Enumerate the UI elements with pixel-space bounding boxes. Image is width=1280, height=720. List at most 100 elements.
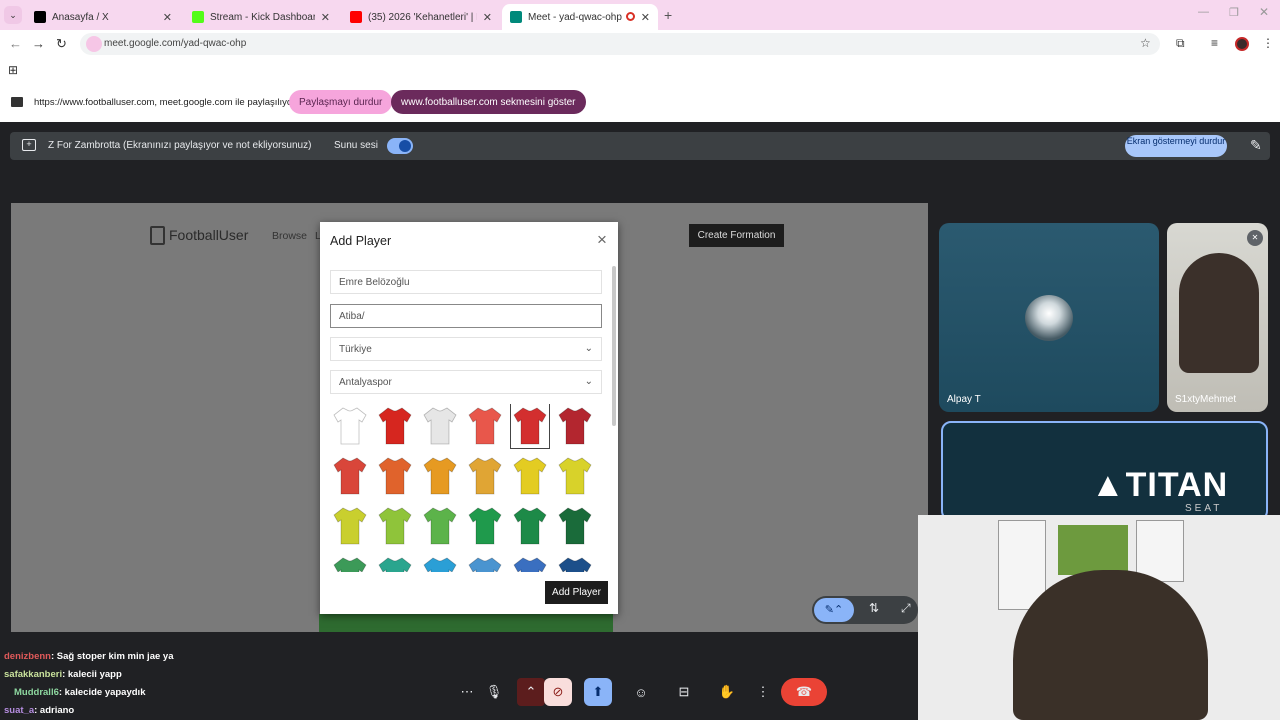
back-icon[interactable]: ← — [9, 36, 22, 51]
jersey-option[interactable] — [468, 506, 502, 546]
stop-presenting-button[interactable]: Ekran göstermeyi durdur — [1125, 135, 1227, 157]
jersey-option[interactable] — [423, 556, 457, 572]
close-icon[interactable]: ✕ — [163, 11, 172, 24]
bookmark-star-icon[interactable]: ☆ — [1140, 36, 1151, 50]
tab-x[interactable]: Anasayfa / X ✕ — [26, 4, 180, 30]
jersey-frame — [1058, 525, 1128, 575]
forward-icon[interactable]: → — [32, 36, 45, 51]
show-tab-button[interactable]: www.footballuser.com sekmesini göster — [391, 90, 586, 114]
chat-message: denizbenn: Sağ stoper kim min jae ya — [4, 651, 173, 662]
add-player-button[interactable]: Add Player — [545, 581, 608, 604]
more-options-icon[interactable]: ⋯ — [453, 678, 481, 706]
jersey-option[interactable] — [558, 506, 592, 546]
tab-meet[interactable]: Meet - yad-qwac-ohp ✕ — [502, 4, 658, 30]
swap-icon[interactable]: ⇅ — [869, 601, 879, 615]
present-icon: + — [22, 139, 36, 151]
jersey-option[interactable] — [333, 556, 367, 572]
tab-search-icon[interactable]: ⌄ — [4, 6, 22, 24]
jersey-option[interactable] — [333, 406, 367, 446]
jersey-option[interactable] — [510, 404, 550, 449]
nickname-input[interactable]: Atiba/ — [330, 304, 602, 328]
create-formation-button[interactable]: Create Formation — [689, 224, 784, 247]
tab-kick[interactable]: Stream - Kick Dashboard ✕ — [184, 4, 338, 30]
nav-browse[interactable]: Browse — [272, 230, 307, 242]
tab-title: (35) 2026 'Kehanetleri' | Erdem Ş — [368, 11, 477, 23]
extensions-icon[interactable]: ⧉ — [1176, 36, 1185, 51]
jersey-option[interactable] — [558, 406, 592, 446]
jersey-option[interactable] — [468, 556, 502, 572]
participant-tile-self[interactable]: ▲TITAN SEAT — [941, 421, 1268, 521]
presenting-text: Z For Zambrotta (Ekranınızı paylaşıyor v… — [48, 140, 312, 151]
restore-icon[interactable]: ❐ — [1229, 6, 1239, 19]
close-icon[interactable]: ✕ — [321, 11, 330, 24]
apps-grid-icon[interactable]: ⊞ — [8, 63, 18, 77]
chat-text: : kalecii yapp — [62, 669, 122, 680]
participant-name: Alpay T — [947, 394, 981, 405]
chevron-up-icon[interactable]: ⌃ — [517, 678, 545, 706]
presenting-bar: + Z For Zambrotta (Ekranınızı paylaşıyor… — [10, 132, 1270, 160]
modal-title: Add Player — [330, 234, 392, 248]
player-name-input[interactable]: Emre Belözoğlu — [330, 270, 602, 294]
jersey-option[interactable] — [468, 406, 502, 446]
chat-message: safakkanberi: kalecii yapp — [4, 669, 122, 680]
streamer — [1013, 570, 1208, 720]
kick-icon — [192, 11, 204, 23]
chat-user: denizbenn — [4, 651, 51, 662]
jersey-option[interactable] — [423, 456, 457, 496]
end-call-button[interactable]: ☎ — [781, 678, 827, 706]
close-modal-icon[interactable]: × — [597, 230, 607, 250]
new-tab-button[interactable]: + — [664, 7, 672, 23]
jersey-option[interactable] — [423, 406, 457, 446]
jersey-option[interactable] — [378, 506, 412, 546]
presentation-audio-toggle[interactable] — [387, 138, 413, 154]
tab-youtube[interactable]: (35) 2026 'Kehanetleri' | Erdem Ş ✕ — [342, 4, 500, 30]
participant-tile-alpay[interactable]: Alpay T — [939, 223, 1159, 412]
pen-tool-icon[interactable]: ✎⌃ — [814, 598, 854, 622]
country-select[interactable]: Türkiye ⌄ — [330, 337, 602, 361]
annotate-pen-icon[interactable]: ✎ — [1250, 137, 1262, 154]
pitch — [319, 614, 613, 632]
close-window-icon[interactable]: ✕ — [1259, 5, 1269, 19]
club-select[interactable]: Antalyaspor ⌄ — [330, 370, 602, 394]
jersey-option[interactable] — [513, 506, 547, 546]
jersey-option[interactable] — [378, 556, 412, 572]
scrollbar[interactable] — [612, 266, 616, 426]
jersey-option[interactable] — [333, 506, 367, 546]
captions-icon[interactable]: ⊟ — [670, 678, 698, 706]
close-icon[interactable]: ✕ — [483, 11, 492, 24]
microphone-icon[interactable]: 🎙︎ — [480, 678, 508, 706]
menu-icon[interactable]: ⋮ — [1262, 36, 1274, 50]
jersey-option[interactable] — [558, 556, 592, 572]
jersey-option[interactable] — [378, 406, 412, 446]
camera-off-icon[interactable]: ⊘ — [544, 678, 572, 706]
stop-sharing-button[interactable]: Paylaşmayı durdur — [289, 90, 393, 114]
minimize-icon[interactable]: — — [1198, 6, 1209, 18]
present-screen-icon[interactable]: ⬆ — [584, 678, 612, 706]
fullscreen-icon[interactable]: ⤢ — [901, 601, 911, 616]
emoji-icon[interactable]: ☺ — [627, 678, 655, 706]
site-logo-icon — [150, 226, 165, 245]
media-icon[interactable]: ≡ — [1211, 36, 1218, 50]
jersey-option[interactable] — [333, 456, 367, 496]
meet-icon — [510, 11, 522, 23]
jersey-option[interactable] — [468, 456, 502, 496]
jersey-option[interactable] — [378, 456, 412, 496]
recording-icon — [626, 12, 635, 21]
menu-dots-icon[interactable]: ⋮ — [749, 678, 777, 706]
jersey-option[interactable] — [513, 456, 547, 496]
site-logo: FootballUser — [169, 227, 249, 243]
share-banner: https://www.footballuser.com, meet.googl… — [0, 82, 1280, 122]
reload-icon[interactable]: ↻ — [56, 36, 67, 52]
raise-hand-icon[interactable]: ✋ — [713, 678, 741, 706]
chat-message: Muddrall6: kalecide yapaydık — [14, 687, 145, 698]
close-icon[interactable]: ✕ — [641, 11, 650, 24]
jersey-option[interactable] — [558, 456, 592, 496]
participant-tile-mehmet[interactable]: ✕ S1xtyMehmet — [1167, 223, 1268, 412]
club-value: Antalyaspor — [339, 377, 392, 388]
participant-name: S1xtyMehmet — [1175, 394, 1237, 405]
jersey-option[interactable] — [423, 506, 457, 546]
jersey-option[interactable] — [513, 556, 547, 572]
avatar[interactable] — [1235, 37, 1249, 51]
youtube-icon — [350, 11, 362, 23]
address-bar[interactable]: meet.google.com/yad-qwac-ohp ☆ — [80, 33, 1160, 55]
